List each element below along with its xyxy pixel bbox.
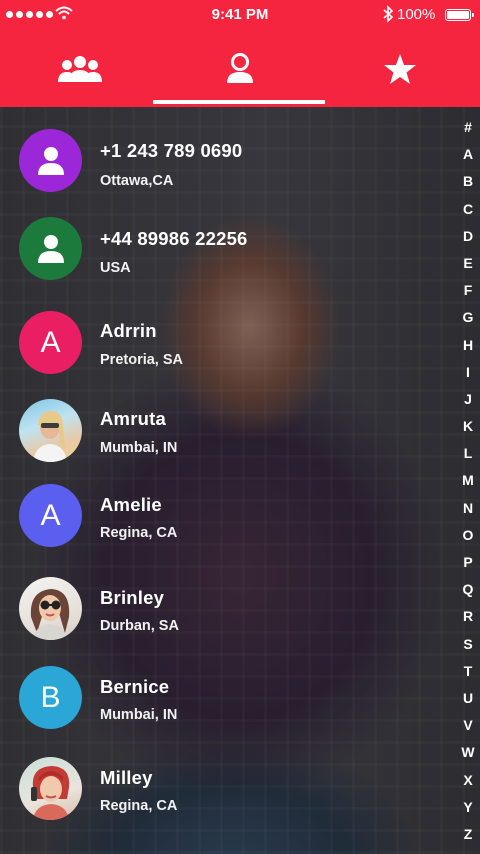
contact-item[interactable]: B Bernice Mumbai, IN <box>0 666 440 746</box>
avatar: A <box>19 484 82 547</box>
contact-item[interactable]: Amruta Mumbai, IN <box>0 399 440 479</box>
contact-name: Brinley <box>100 587 165 608</box>
tab-bar <box>0 30 480 107</box>
contact-item[interactable]: A Amelie Regina, CA <box>0 484 440 564</box>
avatar-photo <box>19 399 82 462</box>
avatar-initial: B <box>40 680 61 714</box>
contact-item[interactable]: Milley Regina, CA <box>0 757 440 837</box>
index-letter[interactable]: V <box>455 712 480 739</box>
index-letter[interactable]: R <box>455 603 480 630</box>
index-letter[interactable]: F <box>455 277 480 304</box>
index-letter[interactable]: I <box>455 359 480 386</box>
index-letter[interactable]: C <box>455 196 480 223</box>
alphabet-index[interactable]: # A B C D E F G H I J K L M N O P Q R S T U V W X Y Z <box>455 114 480 848</box>
contact-name: Amruta <box>100 408 166 429</box>
battery-icon <box>445 9 474 21</box>
contact-name: Bernice <box>100 676 170 697</box>
contact-location: Ottawa,CA <box>100 173 174 189</box>
index-letter[interactable]: P <box>455 549 480 576</box>
index-letter[interactable]: M <box>455 467 480 494</box>
tab-favorites[interactable] <box>320 30 480 107</box>
avatar-initial: A <box>40 498 61 532</box>
index-letter[interactable]: W <box>455 739 480 766</box>
avatar: B <box>19 666 82 729</box>
contact-item[interactable]: A Adrrin Pretoria, SA <box>0 311 440 391</box>
contact-location: Durban, SA <box>100 618 179 634</box>
contact-item[interactable]: +44 89986 22256 USA <box>0 217 440 297</box>
contact-name: Adrrin <box>100 320 157 341</box>
index-letter[interactable]: O <box>455 522 480 549</box>
index-letter[interactable]: X <box>455 767 480 794</box>
profile-photo <box>33 411 67 462</box>
avatar-photo <box>19 757 82 820</box>
profile-photo <box>31 766 70 820</box>
avatar: A <box>19 311 82 374</box>
bluetooth-icon <box>383 5 394 23</box>
index-letter[interactable]: L <box>455 440 480 467</box>
star-icon <box>384 53 416 84</box>
index-letter[interactable]: Q <box>455 576 480 603</box>
index-letter[interactable]: H <box>455 332 480 359</box>
index-letter[interactable]: J <box>455 386 480 413</box>
person-icon <box>37 234 64 263</box>
contact-name: +44 89986 22256 <box>100 228 248 249</box>
index-letter[interactable]: B <box>455 168 480 195</box>
index-letter[interactable]: N <box>455 495 480 522</box>
selected-tab-indicator <box>153 100 325 104</box>
profile-photo <box>30 589 70 640</box>
contact-item[interactable]: +1 243 789 0690 Ottawa,CA <box>0 129 440 209</box>
index-letter[interactable]: A <box>455 141 480 168</box>
tab-groups[interactable] <box>0 30 160 107</box>
contact-location: Mumbai, IN <box>100 707 178 723</box>
avatar-initial: A <box>40 325 61 359</box>
index-letter[interactable]: # <box>455 114 480 141</box>
contact-location: Mumbai, IN <box>100 440 178 456</box>
avatar <box>19 129 82 192</box>
contact-name: Milley <box>100 767 153 788</box>
index-letter[interactable]: T <box>455 658 480 685</box>
contact-location: Pretoria, SA <box>100 352 183 368</box>
index-letter[interactable]: E <box>455 250 480 277</box>
index-letter[interactable]: S <box>455 631 480 658</box>
contact-item[interactable]: Brinley Durban, SA <box>0 577 440 657</box>
index-letter[interactable]: K <box>455 413 480 440</box>
contact-location: Regina, CA <box>100 798 178 814</box>
battery-percentage: 100% <box>397 6 436 23</box>
tab-contacts[interactable] <box>160 30 320 107</box>
index-letter[interactable]: G <box>455 304 480 331</box>
contact-name: +1 243 789 0690 <box>100 140 243 161</box>
avatar-photo <box>19 577 82 640</box>
index-letter[interactable]: Z <box>455 821 480 848</box>
index-letter[interactable]: Y <box>455 794 480 821</box>
contact-name: Amelie <box>100 494 162 515</box>
person-icon <box>227 52 253 83</box>
index-letter[interactable]: U <box>455 685 480 712</box>
status-bar: 9:41 PM 100% <box>0 0 480 30</box>
app-header: 9:41 PM 100% <box>0 0 480 107</box>
contact-location: USA <box>100 260 131 276</box>
index-letter[interactable]: D <box>455 223 480 250</box>
avatar <box>19 217 82 280</box>
person-icon <box>37 146 64 175</box>
group-icon <box>58 55 102 82</box>
contact-location: Regina, CA <box>100 525 178 541</box>
